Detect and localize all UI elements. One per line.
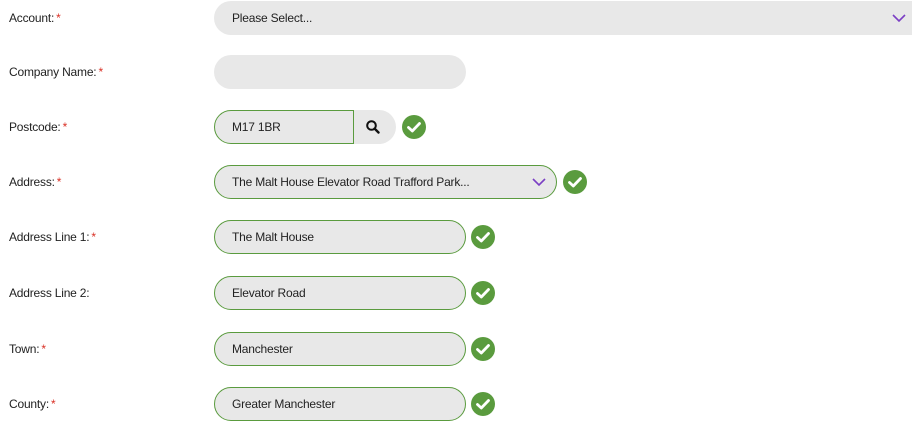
company-name-label: Company Name: * — [9, 65, 103, 79]
address-line-1-input[interactable]: The Malt House — [214, 220, 466, 254]
county-row: County: * Greater Manchester — [0, 386, 912, 422]
required-marker: * — [98, 65, 103, 79]
county-value: Greater Manchester — [232, 397, 336, 411]
county-input[interactable]: Greater Manchester — [214, 387, 466, 421]
check-circle-icon — [471, 392, 495, 416]
address-line-1-value: The Malt House — [232, 230, 314, 244]
company-name-row: Company Name: * — [0, 54, 912, 90]
address-select[interactable]: The Malt House Elevator Road Trafford Pa… — [214, 165, 557, 199]
check-circle-icon — [402, 115, 426, 139]
postcode-row: Postcode: * M17 1BR — [0, 109, 912, 145]
required-marker: * — [56, 11, 61, 25]
address-line-2-label: Address Line 2: — [9, 286, 90, 300]
postcode-value: M17 1BR — [232, 120, 281, 134]
postcode-input[interactable]: M17 1BR — [214, 110, 354, 144]
required-marker: * — [56, 175, 62, 189]
town-input[interactable]: Manchester — [214, 332, 466, 366]
required-marker: * — [62, 120, 68, 134]
chevron-down-icon — [532, 178, 546, 187]
town-label: Town: * — [9, 342, 46, 356]
required-marker: * — [91, 230, 96, 244]
required-marker: * — [50, 397, 56, 411]
address-line-2-input[interactable]: Elevator Road — [214, 276, 466, 310]
account-label: Account: * — [9, 11, 61, 25]
address-line-1-label: Address Line 1: * — [9, 230, 96, 244]
check-circle-icon — [471, 225, 495, 249]
address-label: Address: * — [9, 175, 62, 189]
address-line-2-row: Address Line 2: Elevator Road — [0, 275, 912, 311]
town-value: Manchester — [232, 342, 293, 356]
account-select-value: Please Select... — [232, 11, 313, 25]
address-line-2-value: Elevator Road — [232, 286, 306, 300]
postcode-search-button[interactable] — [354, 110, 396, 144]
required-marker: * — [41, 342, 46, 356]
check-circle-icon — [471, 337, 495, 361]
address-row: Address: * The Malt House Elevator Road T… — [0, 164, 912, 200]
town-row: Town: * Manchester — [0, 331, 912, 367]
address-select-value: The Malt House Elevator Road Trafford Pa… — [232, 175, 470, 189]
account-row: Account: * Please Select... — [0, 0, 912, 36]
company-name-input[interactable] — [214, 55, 466, 89]
chevron-down-icon — [892, 14, 906, 23]
address-line-1-row: Address Line 1: * The Malt House — [0, 219, 912, 255]
postcode-label: Postcode: * — [9, 120, 68, 134]
county-label: County: * — [9, 397, 56, 411]
check-circle-icon — [563, 170, 587, 194]
account-select[interactable]: Please Select... — [214, 1, 912, 35]
search-icon — [366, 120, 380, 134]
check-circle-icon — [471, 281, 495, 305]
